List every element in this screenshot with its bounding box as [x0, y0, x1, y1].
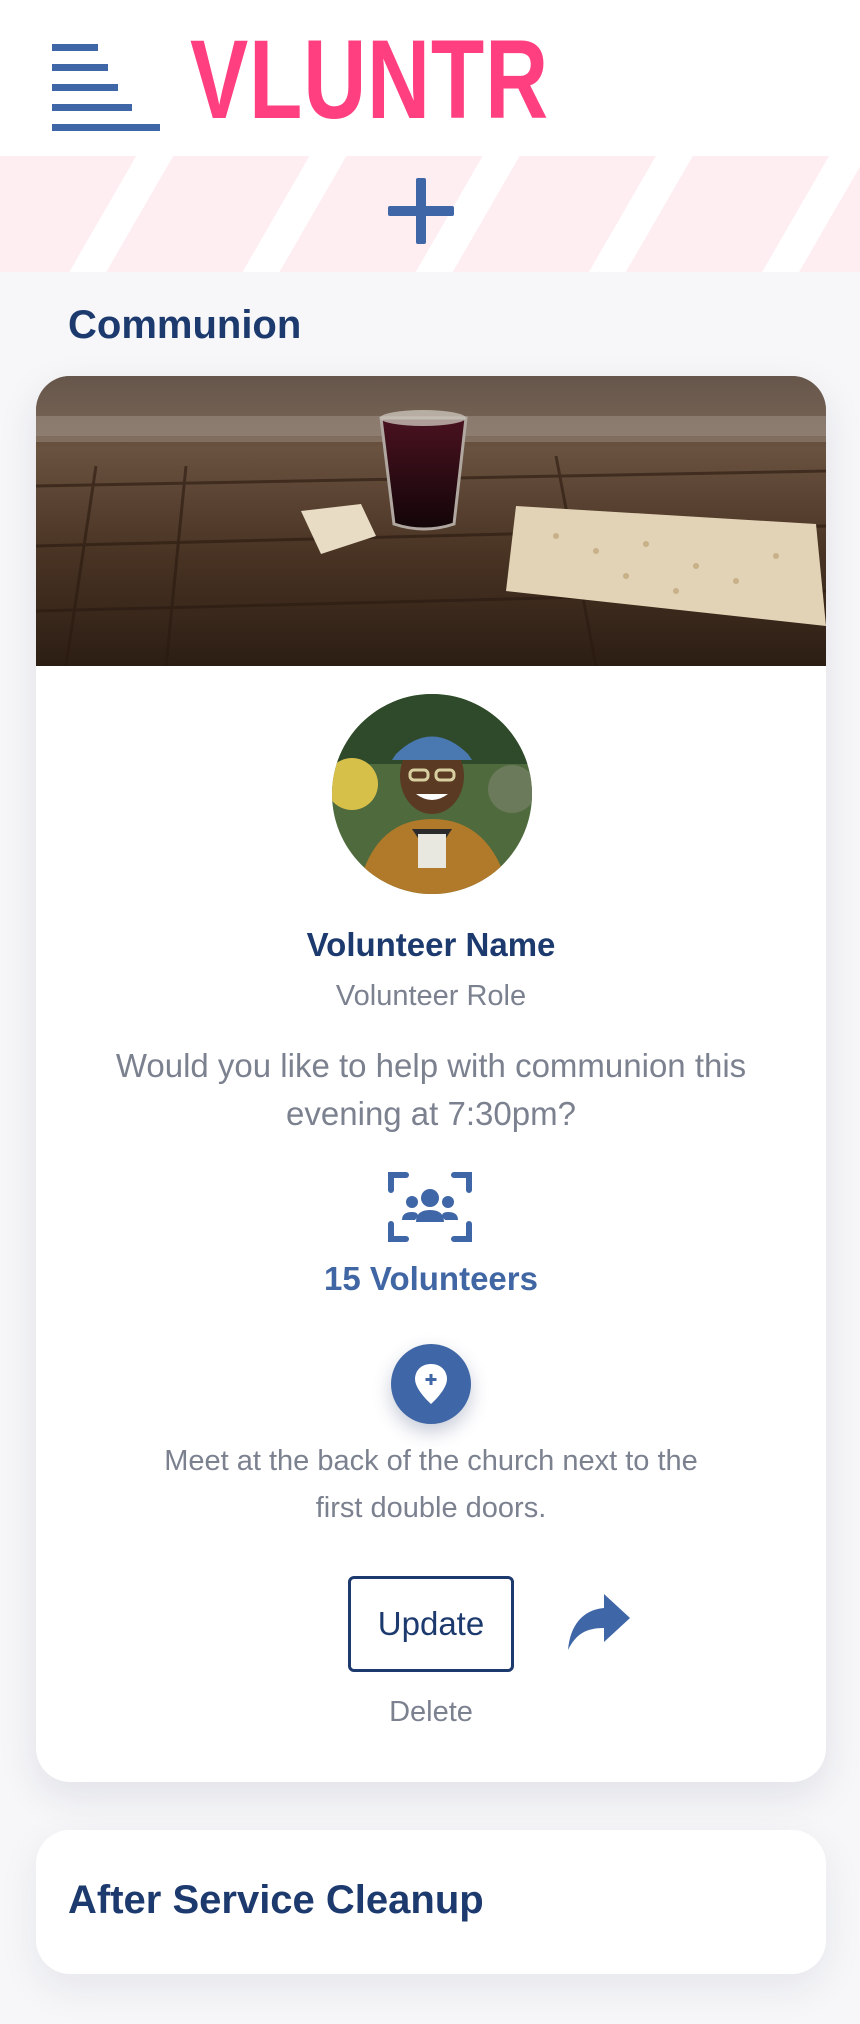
- app-page: VLUNTR Communion Volunteer Name Voluntee…: [0, 0, 860, 2024]
- menu-icon: [52, 44, 160, 131]
- brand-logo: VLUNTR: [190, 17, 549, 142]
- plus-icon[interactable]: [388, 178, 454, 244]
- delete-link[interactable]: Delete: [36, 1696, 826, 1729]
- opportunity-card: Volunteer Name Volunteer Role Would you …: [36, 376, 826, 1782]
- hero-image: [36, 376, 826, 666]
- opportunity-card-title: After Service Cleanup: [68, 1878, 484, 1922]
- location-button[interactable]: [391, 1344, 471, 1424]
- group-users-icon: [388, 1172, 472, 1242]
- share-arrow-icon[interactable]: [564, 1590, 634, 1656]
- meeting-point-text: Meet at the back of the church next to t…: [164, 1445, 698, 1524]
- volunteer-name: Volunteer Name: [306, 926, 556, 963]
- menu-button[interactable]: [50, 42, 162, 132]
- opportunity-question: Would you like to help with communion th…: [115, 1047, 747, 1132]
- update-button[interactable]: Update: [348, 1576, 514, 1672]
- opportunity-card-collapsed[interactable]: After Service Cleanup: [36, 1830, 826, 1974]
- section-title: Communion: [68, 303, 302, 347]
- location-pin-icon: [415, 1364, 447, 1404]
- volunteer-role: Volunteer Role: [335, 980, 527, 1012]
- volunteer-avatar: [332, 694, 532, 894]
- volunteers-count: 15 Volunteers: [324, 1260, 538, 1297]
- app-header: VLUNTR: [0, 0, 860, 156]
